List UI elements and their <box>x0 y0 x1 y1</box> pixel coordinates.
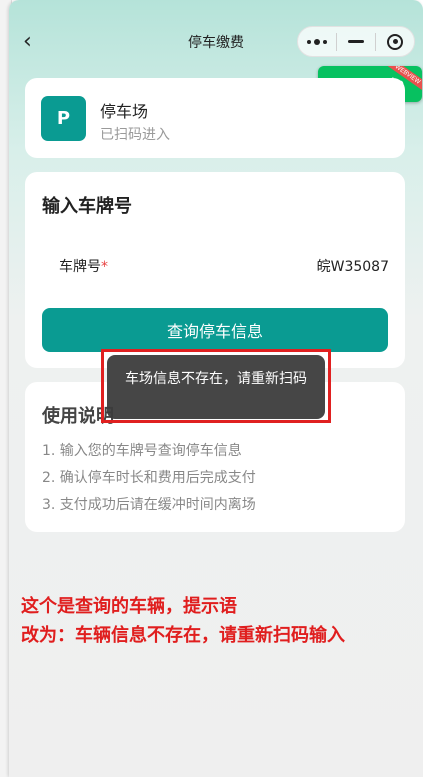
plate-label-text: 车牌号 <box>59 259 101 275</box>
close-target-icon[interactable] <box>376 27 414 56</box>
error-toast: 车场信息不存在，请重新扫码 <box>107 355 325 419</box>
parking-lot-name: 停车场 <box>100 102 149 121</box>
plate-input-card: 输入车牌号 车牌号* 皖W35087 查询停车信息 <box>25 172 405 368</box>
minimize-icon[interactable] <box>337 27 375 56</box>
plate-label: 车牌号* <box>59 256 108 276</box>
annotation-note-line1: 这个是查询的车辆，提示语 <box>21 596 237 617</box>
capsule-menu <box>297 26 415 57</box>
scan-status: 已扫码进入 <box>100 127 170 143</box>
plate-number-input[interactable]: 皖W35087 <box>317 256 389 276</box>
navigation-bar: ‹ 停车缴费 <box>9 22 423 62</box>
required-mark: * <box>101 259 108 275</box>
instructions-title: 使用说明 <box>42 406 114 427</box>
instruction-item: 2. 确认停车时长和费用后完成支付 <box>42 470 256 486</box>
annotation-note-line2: 改为：车辆信息不存在，请重新扫码输入 <box>21 625 345 646</box>
mini-program-window: ‹ 停车缴费 vConsole WEBVIEW P 停车场 已扫码进入 输入车牌… <box>9 0 423 777</box>
instruction-item: 1. 输入您的车牌号查询停车信息 <box>42 443 242 459</box>
query-parking-button[interactable]: 查询停车信息 <box>42 308 388 352</box>
instruction-item: 3. 支付成功后请在缓冲时间内离场 <box>42 497 256 513</box>
parking-lot-card: P 停车场 已扫码进入 <box>25 78 405 158</box>
section-title: 输入车牌号 <box>42 196 132 217</box>
more-dots-icon[interactable] <box>298 27 336 56</box>
parking-icon: P <box>41 96 86 141</box>
